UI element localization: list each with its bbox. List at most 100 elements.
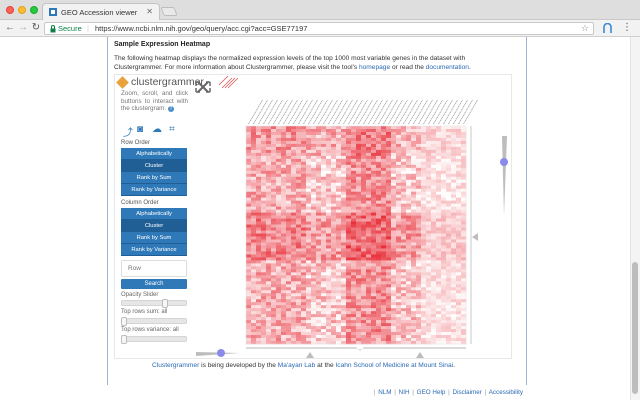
heatmap-cell[interactable] <box>336 140 342 145</box>
browser-menu-icon[interactable]: ⋮ <box>622 21 632 35</box>
heatmap-cell[interactable] <box>311 248 317 252</box>
heatmap-cell[interactable] <box>361 260 367 264</box>
heatmap-cell[interactable] <box>401 287 407 291</box>
heatmap-cell[interactable] <box>406 314 412 318</box>
heatmap-cell[interactable] <box>406 329 412 333</box>
heatmap-cell[interactable] <box>371 248 377 252</box>
heatmap-cell[interactable] <box>431 269 437 273</box>
heatmap-cell[interactable] <box>281 158 287 163</box>
heatmap-cell[interactable] <box>366 332 372 336</box>
heatmap-cell[interactable] <box>386 251 392 255</box>
heatmap-cell[interactable] <box>256 329 262 333</box>
heatmap-cell[interactable] <box>271 260 277 264</box>
heatmap-cell[interactable] <box>361 185 367 190</box>
heatmap-cell[interactable] <box>431 197 437 201</box>
heatmap-cell[interactable] <box>336 272 342 276</box>
heatmap-cell[interactable] <box>346 248 352 252</box>
heatmap-cell[interactable] <box>291 323 297 327</box>
heatmap-cell[interactable] <box>401 164 407 169</box>
heatmap-cell[interactable] <box>361 140 367 145</box>
heatmap-cell[interactable] <box>366 320 372 324</box>
heatmap-cell[interactable] <box>441 185 447 190</box>
heatmap-cell[interactable] <box>396 170 402 175</box>
heatmap-cell[interactable] <box>301 200 307 204</box>
heatmap-cell[interactable] <box>256 299 262 303</box>
heatmap-cell[interactable] <box>316 227 322 231</box>
heatmap-cell[interactable] <box>436 329 442 333</box>
heatmap-cell[interactable] <box>281 236 287 240</box>
heatmap-cell[interactable] <box>341 185 347 190</box>
heatmap-cell[interactable] <box>396 272 402 276</box>
heatmap-cell[interactable] <box>381 269 387 273</box>
heatmap-cell[interactable] <box>251 254 257 258</box>
heatmap-cell[interactable] <box>336 215 342 219</box>
heatmap-cell[interactable] <box>456 326 462 330</box>
heatmap-cell[interactable] <box>441 317 447 321</box>
heatmap-cell[interactable] <box>346 200 352 204</box>
heatmap-cell[interactable] <box>391 152 397 157</box>
heatmap-cell[interactable] <box>261 266 267 270</box>
heatmap-cell[interactable] <box>426 254 432 258</box>
heatmap-cell[interactable] <box>451 182 457 187</box>
heatmap-cell[interactable] <box>411 212 417 216</box>
heatmap-cell[interactable] <box>446 251 452 255</box>
heatmap-cell[interactable] <box>311 245 317 249</box>
heatmap-cell[interactable] <box>351 254 357 258</box>
heatmap-cell[interactable] <box>341 221 347 225</box>
heatmap-cell[interactable] <box>451 230 457 234</box>
heatmap-cell[interactable] <box>361 281 367 285</box>
heatmap-cell[interactable] <box>411 140 417 145</box>
heatmap-cell[interactable] <box>256 320 262 324</box>
heatmap-cell[interactable] <box>281 329 287 333</box>
heatmap-cell[interactable] <box>421 230 427 234</box>
heatmap-cell[interactable] <box>406 338 412 342</box>
heatmap-cell[interactable] <box>251 269 257 273</box>
heatmap-cell[interactable] <box>391 185 397 190</box>
heatmap-cell[interactable] <box>286 170 292 175</box>
heatmap-cell[interactable] <box>421 326 427 330</box>
heatmap-cell[interactable] <box>431 185 437 190</box>
heatmap-cell[interactable] <box>316 278 322 282</box>
heatmap-cell[interactable] <box>401 143 407 148</box>
heatmap-cell[interactable] <box>266 197 272 201</box>
heatmap-cell[interactable] <box>461 191 467 195</box>
heatmap-cell[interactable] <box>266 290 272 294</box>
heatmap-cell[interactable] <box>336 173 342 178</box>
heatmap-cell[interactable] <box>261 173 267 178</box>
heatmap-cell[interactable] <box>451 137 457 142</box>
heatmap-cell[interactable] <box>366 224 372 228</box>
heatmap-cell[interactable] <box>281 254 287 258</box>
heatmap-cell[interactable] <box>301 131 307 136</box>
heatmap-cell[interactable] <box>281 332 287 336</box>
heatmap-cell[interactable] <box>391 338 397 342</box>
heatmap-cell[interactable] <box>251 245 257 249</box>
heatmap-cell[interactable] <box>331 170 337 175</box>
heatmap-cell[interactable] <box>246 242 252 246</box>
heatmap-cell[interactable] <box>381 248 387 252</box>
heatmap-cell[interactable] <box>451 206 457 210</box>
heatmap-cell[interactable] <box>341 245 347 249</box>
heatmap-cell[interactable] <box>411 146 417 151</box>
heatmap-cell[interactable] <box>281 182 287 187</box>
heatmap-cell[interactable] <box>366 227 372 231</box>
heatmap-cell[interactable] <box>436 218 442 222</box>
heatmap-cell[interactable] <box>256 260 262 264</box>
heatmap-cell[interactable] <box>326 227 332 231</box>
heatmap-cell[interactable] <box>431 152 437 157</box>
heatmap-cell[interactable] <box>401 308 407 312</box>
heatmap-cell[interactable] <box>301 236 307 240</box>
heatmap-cell[interactable] <box>401 302 407 306</box>
heatmap-cell[interactable] <box>256 164 262 169</box>
heatmap-cell[interactable] <box>326 335 332 339</box>
heatmap-cell[interactable] <box>311 134 317 139</box>
heatmap-cell[interactable] <box>436 275 442 279</box>
heatmap-cell[interactable] <box>331 167 337 172</box>
heatmap-cell[interactable] <box>361 209 367 213</box>
heatmap-cell[interactable] <box>436 188 442 192</box>
heatmap-cell[interactable] <box>301 242 307 246</box>
heatmap-cell[interactable] <box>416 155 422 160</box>
heatmap-cell[interactable] <box>291 203 297 207</box>
heatmap-cell[interactable] <box>411 224 417 228</box>
heatmap-cell[interactable] <box>356 254 362 258</box>
heatmap-cell[interactable] <box>261 137 267 142</box>
